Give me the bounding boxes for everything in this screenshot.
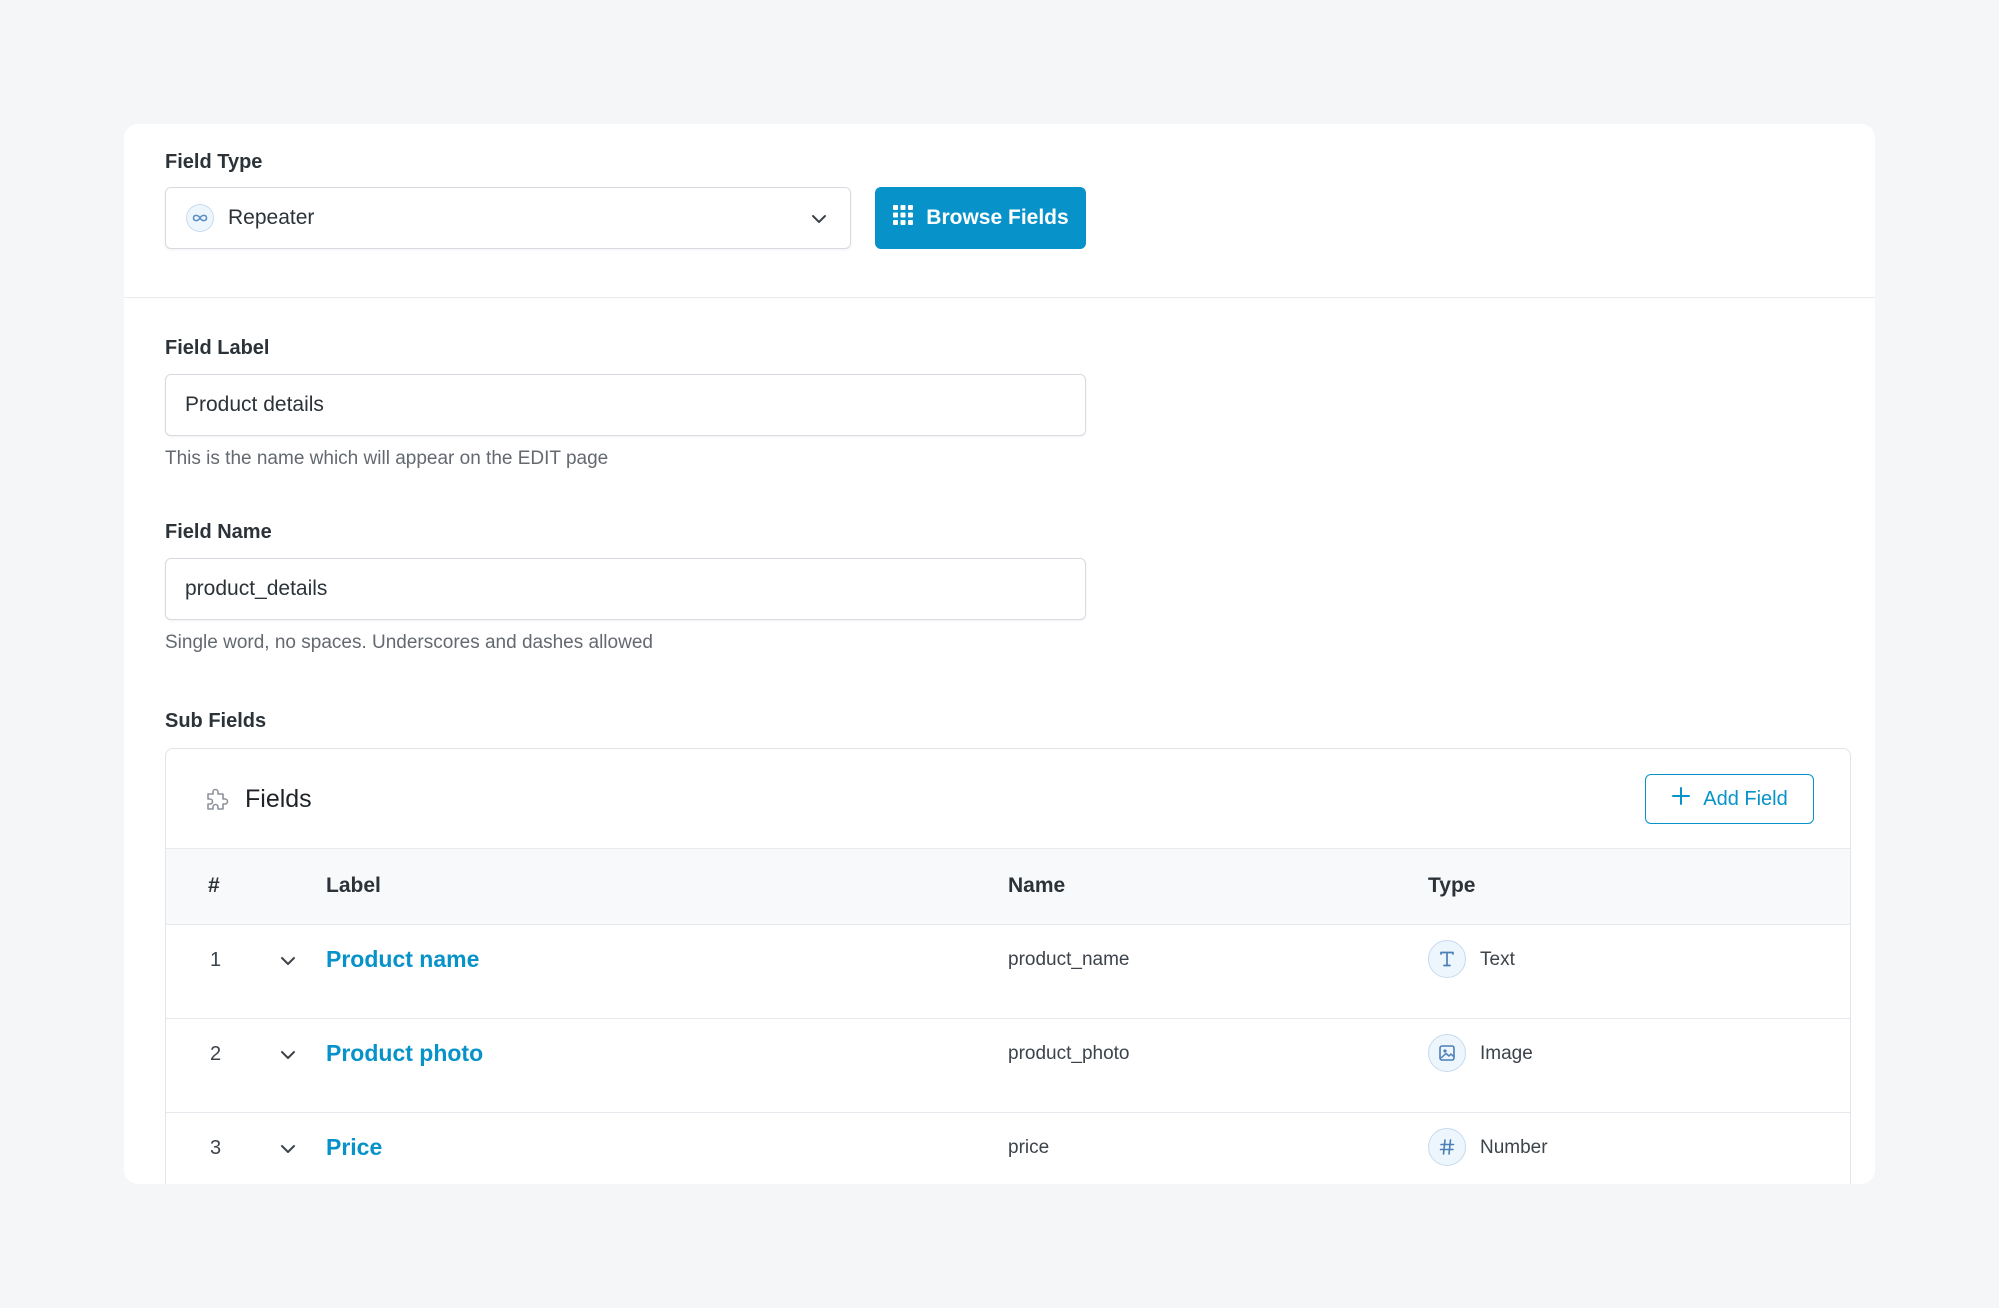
column-header-label: Label xyxy=(326,874,381,897)
grid-icon xyxy=(892,204,914,232)
row-number: 1 xyxy=(210,949,222,971)
hash-icon xyxy=(1428,1128,1466,1166)
field-label-heading: Field Label xyxy=(165,337,270,359)
infinity-icon xyxy=(186,204,214,232)
column-header-num: # xyxy=(208,874,220,897)
column-header-type: Type xyxy=(1428,874,1476,897)
field-type-value: Repeater xyxy=(228,206,315,229)
puzzle-icon xyxy=(204,785,232,818)
row-type: Image xyxy=(1480,1043,1533,1064)
text-icon xyxy=(1428,940,1466,978)
table-row: 1 Product name product_name Text xyxy=(166,925,1850,1019)
row-name: price xyxy=(1008,1137,1050,1158)
browse-fields-label: Browse Fields xyxy=(926,206,1069,229)
field-type-select[interactable]: Repeater xyxy=(165,187,851,249)
row-number: 3 xyxy=(210,1137,222,1159)
expand-chevron-icon[interactable] xyxy=(278,1045,298,1070)
field-name-heading: Field Name xyxy=(165,521,272,543)
field-settings-card: Field Type Repeater Browse Fields Field … xyxy=(124,124,1875,1184)
add-field-label: Add Field xyxy=(1703,787,1788,810)
add-field-button[interactable]: Add Field xyxy=(1645,774,1814,824)
field-name-hint: Single word, no spaces. Underscores and … xyxy=(165,632,653,653)
row-type: Number xyxy=(1480,1137,1548,1158)
row-label-link[interactable]: Product name xyxy=(326,946,479,973)
table-header: # Label Name Type xyxy=(166,849,1850,925)
row-label-link[interactable]: Price xyxy=(326,1134,382,1161)
field-name-input[interactable]: product_details xyxy=(165,558,1086,620)
sub-fields-header: Fields Add Field xyxy=(166,749,1850,849)
field-type-label: Field Type xyxy=(165,151,263,173)
image-icon xyxy=(1428,1034,1466,1072)
row-name: product_photo xyxy=(1008,1043,1130,1064)
field-type-section: Field Type Repeater Browse Fields xyxy=(124,124,1875,298)
row-name: product_name xyxy=(1008,949,1130,970)
row-type: Text xyxy=(1480,949,1515,970)
sub-fields-heading: Sub Fields xyxy=(165,710,267,732)
expand-chevron-icon[interactable] xyxy=(278,951,298,976)
plus-icon xyxy=(1671,786,1691,812)
row-number: 2 xyxy=(210,1043,222,1065)
column-header-name: Name xyxy=(1008,874,1066,897)
sub-fields-title: Fields xyxy=(245,785,312,813)
field-label-hint: This is the name which will appear on th… xyxy=(165,448,609,469)
table-row: 3 Price price Number xyxy=(166,1113,1850,1184)
browse-fields-button[interactable]: Browse Fields xyxy=(875,187,1086,249)
expand-chevron-icon[interactable] xyxy=(278,1139,298,1164)
sub-fields-panel: Fields Add Field # Label Name Type 1 Pro… xyxy=(165,748,1851,1184)
field-label-input[interactable]: Product details xyxy=(165,374,1086,436)
row-label-link[interactable]: Product photo xyxy=(326,1040,483,1067)
chevron-down-icon xyxy=(808,208,830,235)
table-row: 2 Product photo product_photo Image xyxy=(166,1019,1850,1113)
